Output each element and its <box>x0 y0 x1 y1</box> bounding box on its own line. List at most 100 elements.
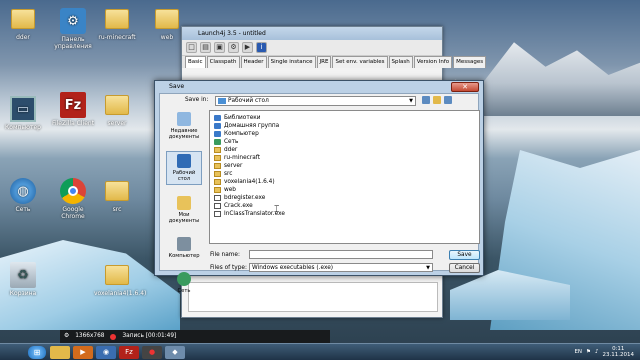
taskbar-filezilla[interactable]: Fz <box>119 345 139 359</box>
desktop-folder-icon <box>218 98 226 104</box>
media-player-icon: ▶ <box>80 348 86 356</box>
system-tray: EN ⚑ ♪ 0:11 23.11.2014 <box>574 346 640 358</box>
desktop-icon-filezilla[interactable]: Fz FileZilla Client <box>50 92 96 127</box>
cancel-button[interactable]: Cancel <box>449 263 480 273</box>
list-item[interactable]: Домашняя группа <box>214 122 475 130</box>
recorder-settings-icon[interactable]: ⚙ <box>64 330 69 343</box>
desktop-icon <box>177 154 191 168</box>
start-button[interactable]: ⊞ <box>28 345 46 359</box>
run-icon[interactable]: ▶ <box>242 42 253 53</box>
place-network[interactable]: Сеть <box>166 270 202 296</box>
list-item[interactable]: server <box>214 162 475 170</box>
list-item[interactable]: InClassTranslator.exe <box>214 210 475 218</box>
save-in-combo[interactable]: Рабочий стол ▼ <box>215 96 416 106</box>
taskbar-media[interactable]: ▶ <box>73 345 93 359</box>
open-icon[interactable]: ▤ <box>200 42 211 53</box>
desktop-icon-chrome[interactable]: Google Chrome <box>50 178 96 220</box>
chevron-down-icon: ▼ <box>426 265 430 271</box>
computer-icon <box>177 237 191 251</box>
recent-documents-icon <box>177 112 191 126</box>
record-icon[interactable] <box>110 333 117 340</box>
list-item[interactable]: Компьютер <box>214 130 475 138</box>
list-item[interactable]: Сеть <box>214 138 475 146</box>
desktop-icon-src[interactable]: src <box>94 178 140 213</box>
list-item[interactable]: dder <box>214 146 475 154</box>
list-item[interactable]: web <box>214 186 475 194</box>
language-indicator[interactable]: EN <box>574 349 582 355</box>
save-dialog-body: Save in: Рабочий стол ▼ Недавние докумен… <box>159 93 480 294</box>
volume-icon[interactable]: ♪ <box>595 349 599 355</box>
clock[interactable]: 0:11 23.11.2014 <box>603 346 635 358</box>
list-item[interactable]: voxelania4(1.6.4) <box>214 178 475 186</box>
desktop-icon-server[interactable]: server <box>94 92 140 127</box>
place-computer[interactable]: Компьютер <box>166 235 202 261</box>
tab-single-instance[interactable]: Single instance <box>267 56 316 68</box>
list-item[interactable]: Библиотеки <box>214 114 475 122</box>
desktop-icon-ru-minecraft[interactable]: ru-minecraft <box>94 6 140 41</box>
folder-icon <box>10 6 36 32</box>
file-type-select[interactable]: Windows executables (.exe) ▼ <box>249 263 433 272</box>
desktop-icon-control-panel[interactable]: ⚙ Панель управления <box>50 8 96 50</box>
settings-icon[interactable]: ⚙ <box>228 42 239 53</box>
desktop-icon-recycle-bin[interactable]: ♻ Корзина <box>0 262 46 297</box>
save-icon[interactable]: ▣ <box>214 42 225 53</box>
close-button[interactable]: ✕ <box>451 82 479 92</box>
folder-icon <box>104 262 130 288</box>
folder-icon <box>214 171 221 177</box>
tab-basic[interactable]: Basic <box>185 56 206 68</box>
mouse-cursor-icon: ⌶ <box>274 205 280 215</box>
list-item[interactable]: src <box>214 170 475 178</box>
network-icon: ◍ <box>10 178 36 204</box>
libraries-icon <box>214 115 221 121</box>
info-icon[interactable]: i <box>256 42 267 53</box>
tab-env-variables[interactable]: Set env. variables <box>332 56 388 68</box>
file-list: Библиотеки Домашняя группа Компьютер Сет… <box>209 110 480 244</box>
tab-header[interactable]: Header <box>240 56 267 68</box>
chrome-icon <box>60 178 86 204</box>
save-button[interactable]: Save <box>449 250 480 260</box>
chrome-icon: ◉ <box>102 348 110 356</box>
exe-file-icon <box>214 195 221 201</box>
tab-messages[interactable]: Messages <box>453 56 487 68</box>
list-item[interactable]: Crack.exe <box>214 202 475 210</box>
save-dialog-title: Save ✕ <box>155 81 483 93</box>
taskbar-chrome[interactable]: ◉ <box>96 345 116 359</box>
desktop-icon-network[interactable]: ◍ Сеть <box>0 178 46 213</box>
desktop-icon-dder[interactable]: dder <box>0 6 46 41</box>
tab-jre[interactable]: JRE <box>316 56 332 68</box>
taskbar-recorder[interactable]: ● <box>142 345 162 359</box>
chevron-down-icon: ▼ <box>409 98 413 104</box>
exe-file-icon <box>214 203 221 209</box>
tab-classpath[interactable]: Classpath <box>206 56 240 68</box>
control-panel-icon: ⚙ <box>60 8 86 34</box>
computer-icon: ▭ <box>10 96 36 122</box>
record-icon: ● <box>148 348 156 356</box>
file-type-label: Files of type: <box>210 265 247 271</box>
filezilla-icon: Fz <box>60 92 86 118</box>
tab-splash[interactable]: Splash <box>388 56 413 68</box>
up-folder-icon[interactable] <box>422 96 430 104</box>
taskbar-launch4j[interactable]: ◆ <box>165 345 185 359</box>
places-bar: Недавние документы Рабочий стол Мои доку… <box>164 110 204 294</box>
close-icon: ✕ <box>462 83 468 91</box>
new-folder-icon[interactable] <box>433 96 441 104</box>
place-documents[interactable]: Мои документы <box>166 194 202 226</box>
file-name-label: File name: <box>210 252 240 258</box>
folder-icon <box>104 178 130 204</box>
new-icon[interactable]: □ <box>186 42 197 53</box>
windows-logo-icon: ⊞ <box>33 347 41 357</box>
view-menu-icon[interactable] <box>444 96 452 104</box>
place-desktop[interactable]: Рабочий стол <box>166 151 202 185</box>
folder-icon <box>154 6 180 32</box>
place-recent[interactable]: Недавние документы <box>166 110 202 142</box>
homegroup-icon <box>214 123 221 129</box>
launch4j-tabs: Basic Classpath Header Single instance J… <box>182 56 487 68</box>
file-name-input[interactable] <box>249 250 433 259</box>
desktop-icon-voxelania[interactable]: voxelania4(1.6.4) <box>94 262 146 297</box>
desktop-icon-computer[interactable]: ▭ Компьютер <box>0 96 46 131</box>
flag-icon[interactable]: ⚑ <box>586 349 591 355</box>
list-item[interactable]: ru-minecraft <box>214 154 475 162</box>
taskbar-explorer[interactable] <box>50 345 70 359</box>
tab-version-info[interactable]: Version Info <box>413 56 453 68</box>
list-item[interactable]: bdregister.exe <box>214 194 475 202</box>
